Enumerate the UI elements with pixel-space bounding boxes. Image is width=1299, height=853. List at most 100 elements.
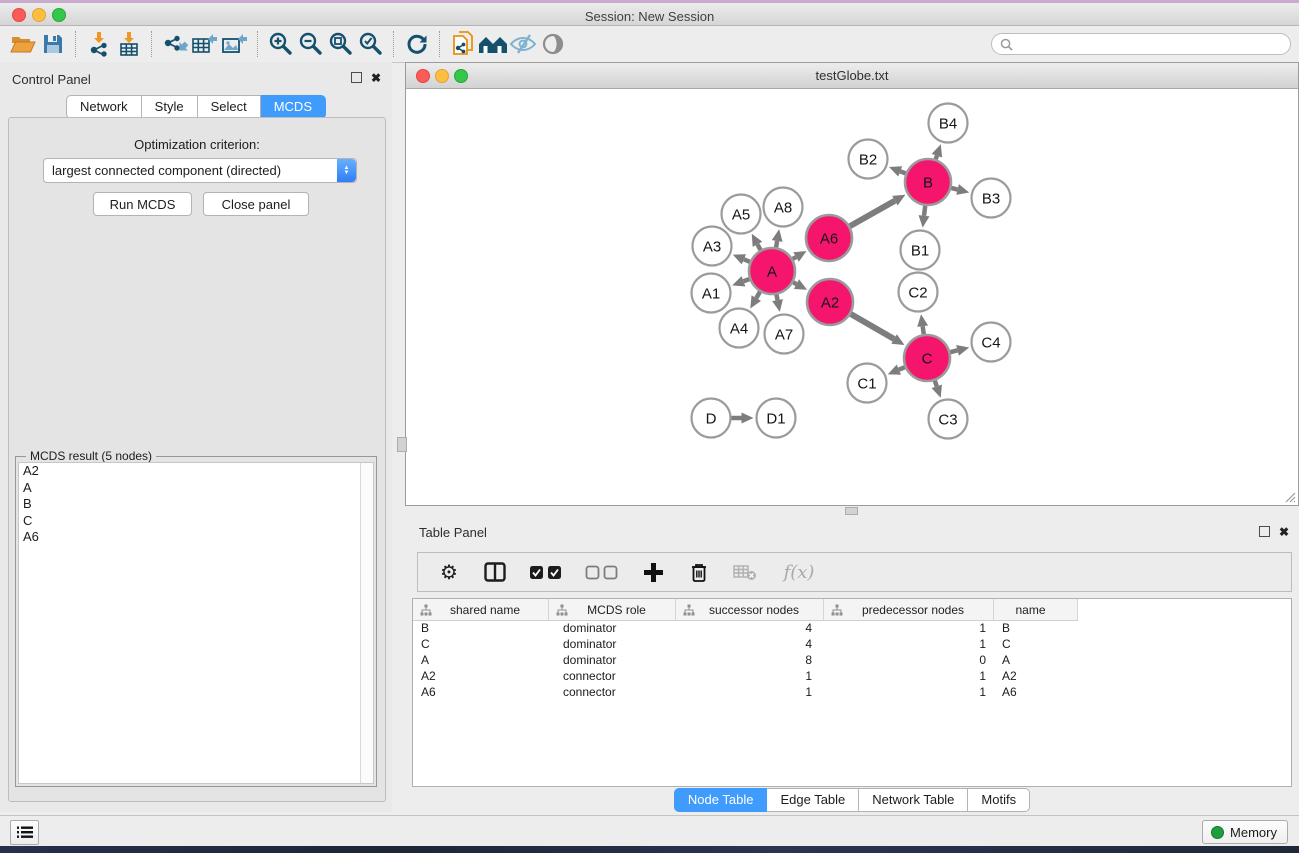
run-mcds-button[interactable]: Run MCDS [93,192,192,216]
table-cell: 4 [676,621,824,635]
graph-node-A8[interactable]: A8 [764,188,803,227]
table-row[interactable]: Adominator80A [413,652,1291,668]
tab-style[interactable]: Style [142,95,198,119]
graph-edge [899,367,905,370]
hide-glasses-button[interactable] [508,30,538,58]
save-session-button[interactable] [38,30,68,58]
graph-node-B2[interactable]: B2 [849,140,888,179]
graph-node-A6[interactable]: A6 [806,215,852,261]
splitpane-horizontal-thumb[interactable] [845,507,858,515]
session-from-network-button[interactable] [448,30,478,58]
graph-edge [936,156,937,160]
graph-node-B1[interactable]: B1 [901,231,940,270]
result-item[interactable]: C [19,513,373,530]
graph-node-A[interactable]: A [749,248,795,294]
graph-edge-arrowhead [919,215,930,228]
table-cell: B [413,621,549,635]
zoom-fit-button[interactable] [326,30,356,58]
graph-node-C[interactable]: C [904,335,950,381]
graph-node-label: A5 [732,206,750,223]
table-panel: Table Panel ✖ ⚙ [405,520,1299,812]
table-settings-button[interactable]: ⚙ [436,559,462,585]
float-table-panel-icon[interactable] [1259,526,1270,537]
zoom-out-button[interactable] [296,30,326,58]
delete-table-button[interactable] [732,559,758,585]
graph-node-C3[interactable]: C3 [929,400,968,439]
close-table-panel-icon[interactable]: ✖ [1279,527,1289,537]
splitpane-vertical-thumb[interactable] [397,437,407,452]
graph-node-B3[interactable]: B3 [972,179,1011,218]
graph-node-D[interactable]: D [692,399,731,438]
export-table-button[interactable] [190,30,220,58]
graph-node-D1[interactable]: D1 [757,399,796,438]
result-list-scrollbar[interactable] [360,463,373,783]
dropdown-stepper-icon: ▲▼ [337,159,356,182]
table-row[interactable]: A6connector11A6 [413,684,1291,700]
result-item[interactable]: A2 [19,463,373,480]
table-row[interactable]: A2connector11A2 [413,668,1291,684]
home-button[interactable] [478,30,508,58]
table-tabs: Node TableEdge TableNetwork TableMotifs [405,788,1299,812]
deselect-all-button[interactable] [584,559,620,585]
task-history-button[interactable] [10,820,39,845]
table-row[interactable]: Bdominator41B [413,620,1291,636]
column-header-successor-nodes[interactable]: successor nodes [676,599,824,620]
graph-node-C4[interactable]: C4 [972,323,1011,362]
graph-node-A1[interactable]: A1 [692,274,731,313]
import-table-button[interactable] [114,30,144,58]
import-network-button[interactable] [84,30,114,58]
tab-node-table[interactable]: Node Table [674,788,768,812]
network-canvas[interactable]: B4 B2 B B3 A5 A8A6 A3 B1 A A1 C2 A2 A4A7 C4 C C1 C3 D D1 [406,89,1298,505]
network-window-titlebar[interactable]: testGlobe.txt [406,63,1298,89]
criterion-dropdown[interactable]: largest connected component (directed) ▲… [43,158,357,183]
float-panel-icon[interactable] [351,72,362,83]
network-graph: B4 B2 B B3 A5 A8A6 A3 B1 A A1 C2 A2 A4A7 C4 C C1 C3 D D1 [406,89,1298,506]
result-item[interactable]: B [19,496,373,513]
open-session-button[interactable] [8,30,38,58]
zoom-selected-button[interactable] [356,30,386,58]
tab-network-table[interactable]: Network Table [859,788,968,812]
refresh-button[interactable] [402,30,432,58]
add-column-button[interactable] [640,559,666,585]
result-item[interactable]: A [19,480,373,497]
split-panel-button[interactable] [482,559,508,585]
column-type-icon [683,604,695,616]
search-input[interactable] [991,33,1291,55]
zoom-in-button[interactable] [266,30,296,58]
table-cell: connector [549,685,676,699]
export-network-button[interactable] [160,30,190,58]
show-eye-button[interactable] [538,30,568,58]
memory-button[interactable]: Memory [1202,820,1288,844]
function-builder-button[interactable]: f(x) [778,559,820,585]
tab-edge-table[interactable]: Edge Table [767,788,859,812]
delete-column-button[interactable] [686,559,712,585]
zoom-fit-icon [328,31,354,57]
graph-node-C2[interactable]: C2 [899,273,938,312]
graph-node-B4[interactable]: B4 [929,104,968,143]
export-image-button[interactable] [220,30,250,58]
graph-node-B[interactable]: B [905,159,951,205]
graph-node-C1[interactable]: C1 [848,364,887,403]
tab-motifs[interactable]: Motifs [968,788,1030,812]
graph-node-label: A2 [821,294,839,311]
result-item[interactable]: A6 [19,529,373,546]
graph-node-A7[interactable]: A7 [765,315,804,354]
graph-node-A5[interactable]: A5 [722,195,761,234]
column-header-name[interactable]: name [994,599,1078,620]
column-header-predecessor-nodes[interactable]: predecessor nodes [824,599,994,620]
column-header-shared-name[interactable]: shared name [413,599,549,620]
tab-mcds[interactable]: MCDS [261,95,326,119]
graph-edge-arrowhead [772,229,783,242]
select-all-button[interactable] [528,559,564,585]
close-panel-icon[interactable]: ✖ [371,73,381,83]
graph-node-A3[interactable]: A3 [693,227,732,266]
column-header-MCDS-role[interactable]: MCDS role [549,599,676,620]
graph-edge [757,244,760,250]
graph-node-A2[interactable]: A2 [807,279,853,325]
resize-grip-icon[interactable] [1282,489,1296,503]
tab-network[interactable]: Network [66,95,142,119]
table-row[interactable]: Cdominator41C [413,636,1291,652]
close-panel-button[interactable]: Close panel [203,192,309,216]
tab-select[interactable]: Select [198,95,261,119]
graph-node-A4[interactable]: A4 [720,309,759,348]
